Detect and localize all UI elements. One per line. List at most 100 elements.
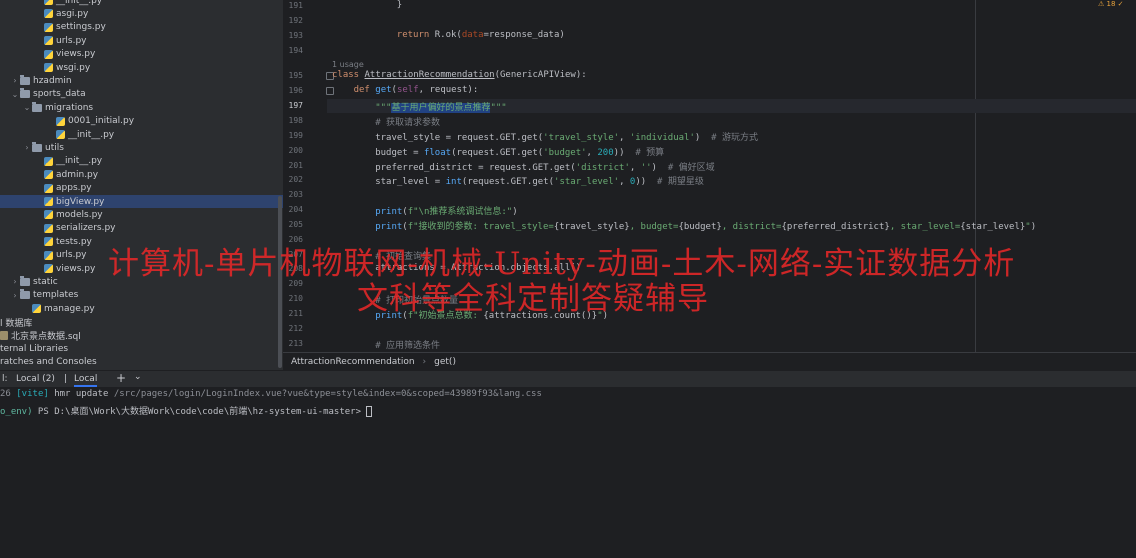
tree-item[interactable]: models.py	[0, 208, 103, 221]
tree-item-label: static	[33, 276, 58, 287]
chevron-down-icon[interactable]: ⌄	[10, 90, 20, 99]
tree-item[interactable]: __init__.py	[0, 155, 102, 168]
code-token: {budget}	[678, 221, 722, 232]
add-terminal-button[interactable]: +	[116, 371, 126, 385]
code-line[interactable]: class AttractionRecommendation(GenericAP…	[332, 70, 587, 80]
tab-local[interactable]: Local	[74, 374, 98, 387]
code-line[interactable]: print(f"接收到的参数: travel_style={travel_sty…	[375, 219, 1036, 232]
tree-item[interactable]: › hzadmin	[0, 74, 72, 87]
line-number: 193	[288, 30, 303, 40]
tree-item[interactable]: ratches and Consoles	[0, 356, 97, 369]
tree-item[interactable]: settings.py	[0, 21, 106, 34]
code-line[interactable]: print(f"\n推荐系统调试信息:")	[375, 204, 517, 217]
tree-item[interactable]: __init__.py	[0, 0, 102, 7]
code-token: star_level =	[375, 177, 446, 188]
tree-item[interactable]: l 数据库	[0, 316, 32, 329]
code-line[interactable]: budget = float(request.GET.get('budget',…	[375, 145, 664, 158]
breadcrumb-method[interactable]: get()	[434, 357, 456, 367]
code-line[interactable]: def get(self, request):	[354, 85, 479, 95]
code-line[interactable]: return R.ok(data=response_data)	[397, 30, 565, 40]
chevron-right-icon[interactable]: ›	[22, 143, 32, 152]
terminal-panel[interactable]: 26 [vite] hmr update /src/pages/login/Lo…	[0, 387, 1136, 558]
terminal-tab-bar: l: Local (2) | Local + ⌄	[0, 370, 1136, 387]
code-token: float	[423, 147, 452, 158]
tree-item[interactable]: wsgi.py	[0, 61, 90, 74]
folder-icon	[20, 289, 30, 300]
code-line[interactable]: """基于用户偏好的景点推荐"""	[375, 100, 507, 114]
terminal-line: o_env) PS D:\桌面\Work\大数据Work\code\code\前…	[0, 404, 373, 417]
python-file-icon	[44, 170, 53, 180]
code-token: , star_level=	[889, 221, 961, 232]
tree-item[interactable]: 0001_initial.py	[0, 115, 134, 128]
code-token: ))	[635, 177, 658, 188]
python-file-icon	[44, 49, 53, 59]
folder-icon	[32, 141, 42, 152]
code-token: 基于用户偏好的景点推荐	[391, 103, 491, 114]
code-line[interactable]: # 获取请求参数	[375, 115, 440, 128]
line-number: 196	[288, 86, 303, 96]
code-token: # 预算	[635, 147, 665, 158]
tree-item[interactable]: ternal Libraries	[0, 342, 68, 355]
tree-item[interactable]: 北京景点数据.sql	[0, 329, 81, 342]
tree-item[interactable]: views.py	[0, 262, 95, 275]
terminal-text: /src/pages/login/LoginIndex.vue?vue&type…	[113, 389, 542, 399]
code-token: budget =	[375, 147, 424, 158]
tree-item[interactable]: serializers.py	[0, 222, 116, 235]
tree-item[interactable]: › static	[0, 275, 58, 288]
chevron-right-icon[interactable]: ›	[10, 277, 20, 286]
terminal-cursor[interactable]	[366, 406, 373, 417]
folder-icon	[20, 275, 30, 286]
code-line[interactable]: # 应用筛选条件	[375, 338, 440, 351]
code-token: data	[461, 29, 484, 40]
fold-toggle-icon[interactable]	[326, 87, 334, 96]
tree-item[interactable]: ⌄ sports_data	[0, 88, 86, 101]
chevron-down-icon[interactable]: ⌄	[134, 372, 142, 382]
code-line[interactable]: star_level = int(request.GET.get('star_l…	[375, 174, 704, 187]
code-line[interactable]: preferred_district = request.GET.get('di…	[375, 160, 714, 173]
chevron-right-icon[interactable]: ›	[10, 291, 20, 300]
code-token: return	[396, 29, 435, 40]
tree-item-label: wsgi.py	[56, 62, 91, 73]
watermark-line-2: 文科等全科定制答疑辅导	[357, 281, 709, 317]
tree-item[interactable]: bigView.py	[0, 195, 283, 208]
tab-local-2[interactable]: Local (2)	[16, 374, 55, 384]
tree-item[interactable]: ⌄ migrations	[0, 101, 93, 114]
tree-item-label: migrations	[45, 102, 94, 113]
terminal-text: hmr update	[48, 389, 114, 399]
line-number: 203	[288, 190, 303, 200]
chevron-right-icon[interactable]: ›	[10, 76, 20, 85]
warnings-indicator[interactable]: ⚠ 18 ✓	[1098, 0, 1136, 8]
tree-item[interactable]: manage.py	[0, 302, 95, 315]
code-token: 'individual'	[629, 132, 695, 143]
tree-item[interactable]: › templates	[0, 289, 78, 302]
code-token: 'district'	[575, 162, 630, 173]
code-line[interactable]: travel_style = request.GET.get('travel_s…	[375, 130, 758, 143]
tree-item[interactable]: tests.py	[0, 235, 92, 248]
tree-item[interactable]: apps.py	[0, 182, 92, 195]
tree-item[interactable]: views.py	[0, 48, 95, 61]
terminal-text: o_env)	[0, 407, 33, 417]
usage-hint[interactable]: 1 usage	[332, 60, 364, 69]
python-file-icon	[44, 156, 53, 166]
code-token: print	[375, 207, 403, 218]
tree-item[interactable]: __init__.py	[0, 128, 114, 141]
line-number: 213	[288, 338, 303, 348]
code-token: print	[375, 221, 403, 232]
code-token: )	[694, 132, 712, 143]
line-number: 211	[288, 309, 303, 318]
tree-item[interactable]: urls.py	[0, 249, 87, 262]
tree-item-label: tests.py	[56, 236, 92, 247]
tree-item[interactable]: admin.py	[0, 168, 98, 181]
breadcrumb-class[interactable]: AttractionRecommendation	[291, 357, 415, 367]
line-number: 212	[288, 323, 303, 333]
tree-item[interactable]: › utils	[0, 141, 64, 154]
code-token: f"\n推荐系统调试信息:"	[407, 207, 513, 218]
chevron-down-icon[interactable]: ⌄	[22, 103, 32, 112]
tree-item[interactable]: asgi.py	[0, 7, 88, 20]
code-line[interactable]: }	[397, 0, 402, 10]
tree-item-label: asgi.py	[56, 8, 89, 19]
tree-item[interactable]: urls.py	[0, 34, 87, 47]
tree-item-label: hzadmin	[33, 75, 72, 86]
folder-icon	[20, 74, 30, 85]
python-file-icon	[44, 183, 53, 193]
